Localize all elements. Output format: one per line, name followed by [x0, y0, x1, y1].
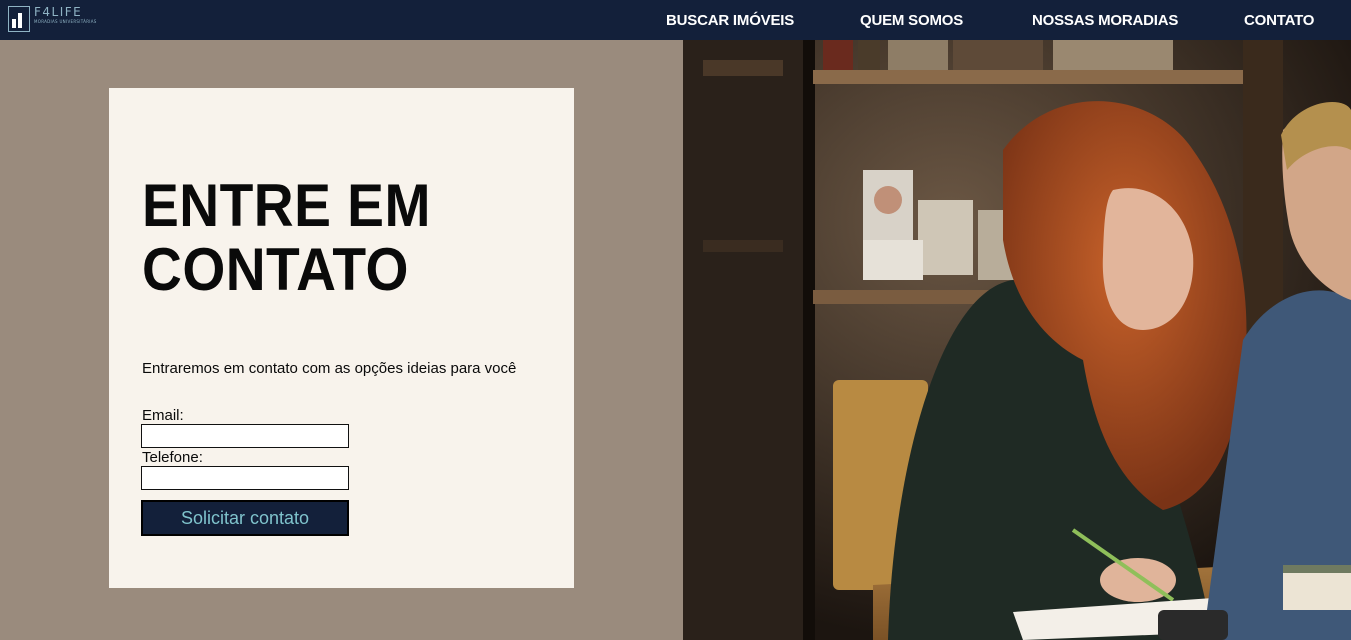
nav-buscar-imoveis[interactable]: BUSCAR IMÓVEIS [666, 0, 794, 40]
contact-intro: Entraremos em contato com as opções idei… [142, 360, 517, 377]
phone-field[interactable] [141, 466, 349, 490]
request-contact-button[interactable]: Solicitar contato [141, 500, 349, 536]
top-navbar: F4LIFE MORADIAS UNIVERSITÁRIAS BUSCAR IM… [0, 0, 1351, 40]
email-label: Email: [142, 407, 184, 424]
brand-tagline: MORADIAS UNIVERSITÁRIAS [34, 19, 97, 24]
nav-nossas-moradias[interactable]: NOSSAS MORADIAS [1032, 0, 1178, 40]
students-studying-photo [683, 40, 1351, 640]
nav-contato[interactable]: CONTATO [1244, 0, 1314, 40]
brand-logo[interactable]: F4LIFE MORADIAS UNIVERSITÁRIAS [8, 6, 98, 34]
brand-name: F4LIFE [34, 5, 83, 19]
nav-quem-somos[interactable]: QUEM SOMOS [860, 0, 963, 40]
heading-line-2: CONTATO [142, 236, 409, 303]
email-field[interactable] [141, 424, 349, 448]
contact-heading: ENTRE EM CONTATO [142, 174, 528, 302]
hero-photo [683, 40, 1351, 640]
contact-card: ENTRE EM CONTATO Entraremos em contato c… [109, 88, 574, 588]
phone-label: Telefone: [142, 449, 203, 466]
logo-bars-icon [8, 6, 30, 32]
heading-line-1: ENTRE EM [142, 172, 431, 239]
